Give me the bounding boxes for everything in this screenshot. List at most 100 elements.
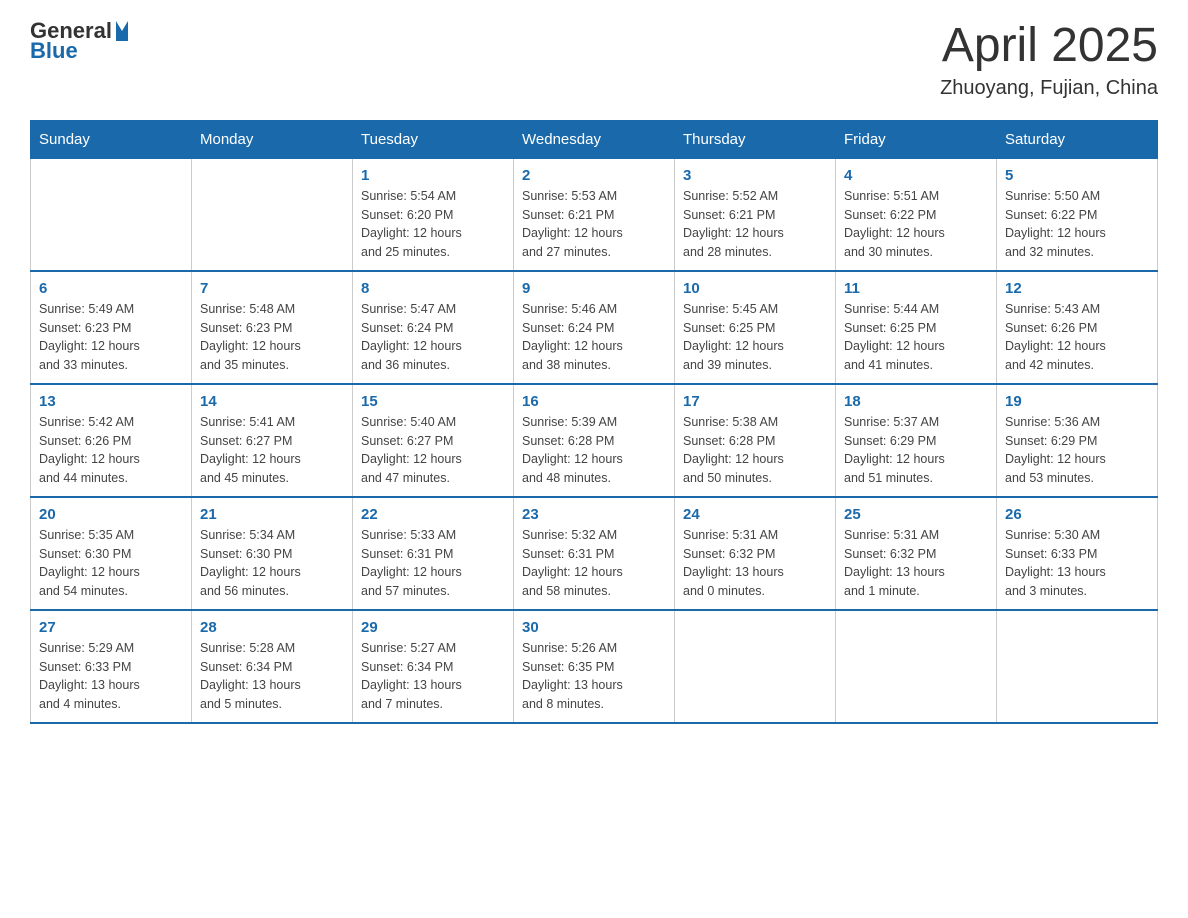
title-block: April 2025 Zhuoyang, Fujian, China <box>940 20 1158 100</box>
day-info: Sunrise: 5:27 AM Sunset: 6:34 PM Dayligh… <box>361 639 505 714</box>
day-number: 10 <box>683 280 827 297</box>
calendar-week-row: 1 Sunrise: 5:54 AM Sunset: 6:20 PM Daylig… <box>31 158 1158 271</box>
day-info: Sunrise: 5:48 AM Sunset: 6:23 PM Dayligh… <box>200 300 344 375</box>
day-number: 11 <box>844 280 988 297</box>
calendar-cell: 27 Sunrise: 5:29 AM Sunset: 6:33 PM Dayli… <box>31 610 192 723</box>
calendar-cell: 17 Sunrise: 5:38 AM Sunset: 6:28 PM Dayli… <box>675 384 836 497</box>
day-info: Sunrise: 5:30 AM Sunset: 6:33 PM Dayligh… <box>1005 526 1149 601</box>
day-info: Sunrise: 5:44 AM Sunset: 6:25 PM Dayligh… <box>844 300 988 375</box>
day-info: Sunrise: 5:32 AM Sunset: 6:31 PM Dayligh… <box>522 526 666 601</box>
calendar-cell: 16 Sunrise: 5:39 AM Sunset: 6:28 PM Dayli… <box>514 384 675 497</box>
day-number: 9 <box>522 280 666 297</box>
calendar-week-row: 27 Sunrise: 5:29 AM Sunset: 6:33 PM Dayli… <box>31 610 1158 723</box>
day-info: Sunrise: 5:54 AM Sunset: 6:20 PM Dayligh… <box>361 187 505 262</box>
day-info: Sunrise: 5:50 AM Sunset: 6:22 PM Dayligh… <box>1005 187 1149 262</box>
calendar-cell: 12 Sunrise: 5:43 AM Sunset: 6:26 PM Dayli… <box>997 271 1158 384</box>
calendar-cell <box>997 610 1158 723</box>
day-info: Sunrise: 5:34 AM Sunset: 6:30 PM Dayligh… <box>200 526 344 601</box>
calendar-cell: 29 Sunrise: 5:27 AM Sunset: 6:34 PM Dayli… <box>353 610 514 723</box>
calendar-cell: 13 Sunrise: 5:42 AM Sunset: 6:26 PM Dayli… <box>31 384 192 497</box>
day-info: Sunrise: 5:39 AM Sunset: 6:28 PM Dayligh… <box>522 413 666 488</box>
calendar-table: SundayMondayTuesdayWednesdayThursdayFrid… <box>30 120 1158 724</box>
calendar-cell <box>31 158 192 271</box>
day-info: Sunrise: 5:33 AM Sunset: 6:31 PM Dayligh… <box>361 526 505 601</box>
calendar-cell: 2Sunrise: 5:53 AM Sunset: 6:21 PM Daylig… <box>514 158 675 271</box>
weekday-header-monday: Monday <box>192 120 353 158</box>
calendar-week-row: 6Sunrise: 5:49 AM Sunset: 6:23 PM Daylig… <box>31 271 1158 384</box>
month-year-title: April 2025 <box>940 20 1158 73</box>
calendar-cell <box>836 610 997 723</box>
day-info: Sunrise: 5:45 AM Sunset: 6:25 PM Dayligh… <box>683 300 827 375</box>
day-number: 24 <box>683 506 827 523</box>
day-info: Sunrise: 5:29 AM Sunset: 6:33 PM Dayligh… <box>39 639 183 714</box>
day-number: 25 <box>844 506 988 523</box>
calendar-week-row: 20 Sunrise: 5:35 AM Sunset: 6:30 PM Dayli… <box>31 497 1158 610</box>
page-header: General Blue April 2025 Zhuoyang, Fujian… <box>30 20 1158 100</box>
calendar-cell: 11 Sunrise: 5:44 AM Sunset: 6:25 PM Dayli… <box>836 271 997 384</box>
calendar-cell: 23 Sunrise: 5:32 AM Sunset: 6:31 PM Dayli… <box>514 497 675 610</box>
weekday-header-wednesday: Wednesday <box>514 120 675 158</box>
day-info: Sunrise: 5:53 AM Sunset: 6:21 PM Dayligh… <box>522 187 666 262</box>
day-number: 1 <box>361 167 505 184</box>
day-number: 18 <box>844 393 988 410</box>
weekday-header-sunday: Sunday <box>31 120 192 158</box>
calendar-cell: 7 Sunrise: 5:48 AM Sunset: 6:23 PM Daylig… <box>192 271 353 384</box>
day-number: 5 <box>1005 167 1149 184</box>
day-info: Sunrise: 5:47 AM Sunset: 6:24 PM Dayligh… <box>361 300 505 375</box>
day-info: Sunrise: 5:42 AM Sunset: 6:26 PM Dayligh… <box>39 413 183 488</box>
weekday-header-row: SundayMondayTuesdayWednesdayThursdayFrid… <box>31 120 1158 158</box>
day-info: Sunrise: 5:52 AM Sunset: 6:21 PM Dayligh… <box>683 187 827 262</box>
day-number: 15 <box>361 393 505 410</box>
day-number: 27 <box>39 619 183 636</box>
day-number: 17 <box>683 393 827 410</box>
day-number: 26 <box>1005 506 1149 523</box>
day-info: Sunrise: 5:28 AM Sunset: 6:34 PM Dayligh… <box>200 639 344 714</box>
calendar-cell: 18 Sunrise: 5:37 AM Sunset: 6:29 PM Dayli… <box>836 384 997 497</box>
day-number: 23 <box>522 506 666 523</box>
day-number: 14 <box>200 393 344 410</box>
day-number: 30 <box>522 619 666 636</box>
calendar-cell: 26 Sunrise: 5:30 AM Sunset: 6:33 PM Dayli… <box>997 497 1158 610</box>
calendar-cell: 3 Sunrise: 5:52 AM Sunset: 6:21 PM Daylig… <box>675 158 836 271</box>
day-info: Sunrise: 5:35 AM Sunset: 6:30 PM Dayligh… <box>39 526 183 601</box>
day-info: Sunrise: 5:41 AM Sunset: 6:27 PM Dayligh… <box>200 413 344 488</box>
day-number: 13 <box>39 393 183 410</box>
day-number: 8 <box>361 280 505 297</box>
day-number: 12 <box>1005 280 1149 297</box>
day-info: Sunrise: 5:31 AM Sunset: 6:32 PM Dayligh… <box>844 526 988 601</box>
calendar-cell: 22Sunrise: 5:33 AM Sunset: 6:31 PM Dayli… <box>353 497 514 610</box>
day-info: Sunrise: 5:46 AM Sunset: 6:24 PM Dayligh… <box>522 300 666 375</box>
day-number: 21 <box>200 506 344 523</box>
calendar-cell: 9 Sunrise: 5:46 AM Sunset: 6:24 PM Daylig… <box>514 271 675 384</box>
calendar-week-row: 13 Sunrise: 5:42 AM Sunset: 6:26 PM Dayli… <box>31 384 1158 497</box>
calendar-cell: 15 Sunrise: 5:40 AM Sunset: 6:27 PM Dayli… <box>353 384 514 497</box>
logo-blue-text: Blue <box>30 40 128 62</box>
calendar-cell: 25 Sunrise: 5:31 AM Sunset: 6:32 PM Dayli… <box>836 497 997 610</box>
day-number: 20 <box>39 506 183 523</box>
day-info: Sunrise: 5:43 AM Sunset: 6:26 PM Dayligh… <box>1005 300 1149 375</box>
day-number: 29 <box>361 619 505 636</box>
day-info: Sunrise: 5:51 AM Sunset: 6:22 PM Dayligh… <box>844 187 988 262</box>
day-number: 7 <box>200 280 344 297</box>
day-info: Sunrise: 5:26 AM Sunset: 6:35 PM Dayligh… <box>522 639 666 714</box>
calendar-cell: 28Sunrise: 5:28 AM Sunset: 6:34 PM Dayli… <box>192 610 353 723</box>
calendar-cell: 24Sunrise: 5:31 AM Sunset: 6:32 PM Dayli… <box>675 497 836 610</box>
day-info: Sunrise: 5:37 AM Sunset: 6:29 PM Dayligh… <box>844 413 988 488</box>
day-info: Sunrise: 5:40 AM Sunset: 6:27 PM Dayligh… <box>361 413 505 488</box>
calendar-cell: 20 Sunrise: 5:35 AM Sunset: 6:30 PM Dayli… <box>31 497 192 610</box>
calendar-cell: 21 Sunrise: 5:34 AM Sunset: 6:30 PM Dayli… <box>192 497 353 610</box>
day-info: Sunrise: 5:49 AM Sunset: 6:23 PM Dayligh… <box>39 300 183 375</box>
calendar-cell: 1 Sunrise: 5:54 AM Sunset: 6:20 PM Daylig… <box>353 158 514 271</box>
weekday-header-saturday: Saturday <box>997 120 1158 158</box>
calendar-cell: 30 Sunrise: 5:26 AM Sunset: 6:35 PM Dayli… <box>514 610 675 723</box>
day-number: 3 <box>683 167 827 184</box>
calendar-cell: 5 Sunrise: 5:50 AM Sunset: 6:22 PM Daylig… <box>997 158 1158 271</box>
location-text: Zhuoyang, Fujian, China <box>940 77 1158 100</box>
calendar-cell: 14 Sunrise: 5:41 AM Sunset: 6:27 PM Dayli… <box>192 384 353 497</box>
calendar-cell: 6Sunrise: 5:49 AM Sunset: 6:23 PM Daylig… <box>31 271 192 384</box>
day-number: 16 <box>522 393 666 410</box>
calendar-cell <box>192 158 353 271</box>
calendar-cell: 4Sunrise: 5:51 AM Sunset: 6:22 PM Daylig… <box>836 158 997 271</box>
calendar-cell <box>675 610 836 723</box>
day-info: Sunrise: 5:38 AM Sunset: 6:28 PM Dayligh… <box>683 413 827 488</box>
